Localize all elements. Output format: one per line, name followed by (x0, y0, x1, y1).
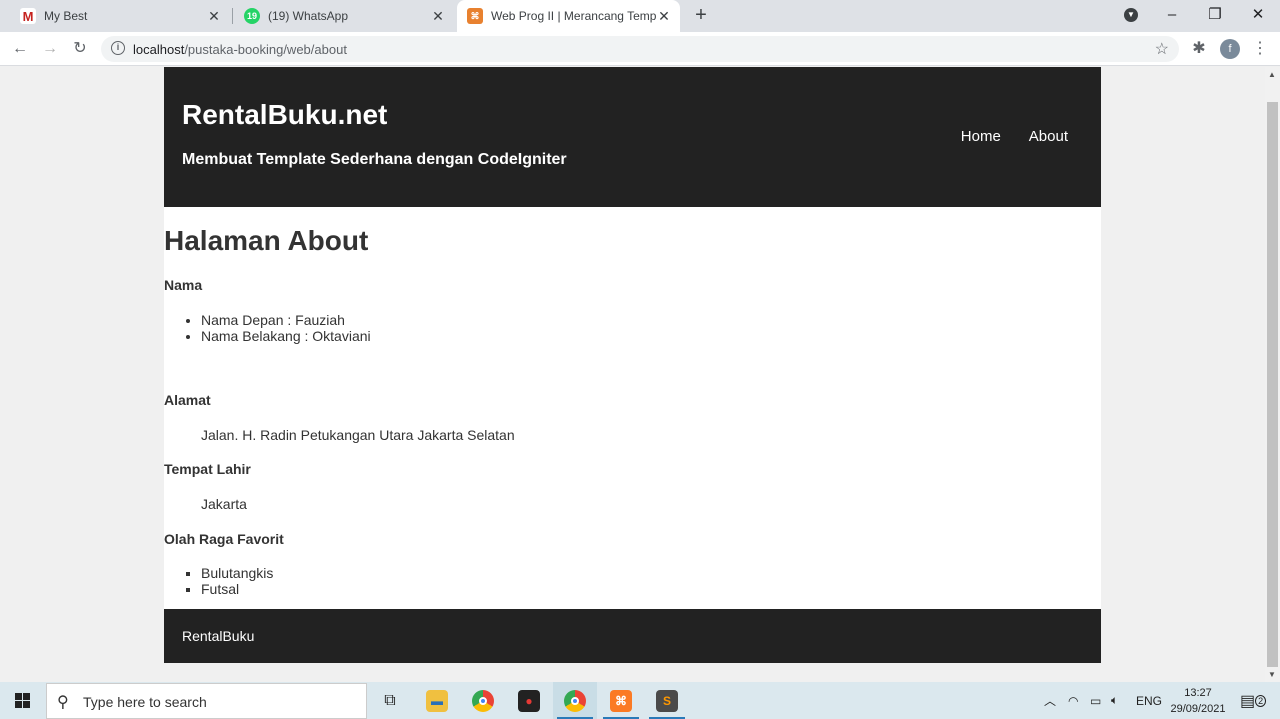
taskbar-clock[interactable]: 13:27 29/09/2021 (1168, 685, 1228, 717)
notification-count: 2 (1255, 694, 1267, 707)
tab-title: (19) WhatsApp (268, 9, 349, 23)
whatsapp-icon: 19 (244, 8, 260, 24)
windows-logo-icon (15, 693, 30, 708)
tab-title: My Best (44, 9, 88, 23)
url-text: localhost/pustaka-booking/web/about (133, 42, 347, 57)
menu-icon[interactable]: ⋮ (1248, 37, 1272, 61)
alamat-value: Jalan. H. Radin Petukangan Utara Jakarta… (201, 427, 515, 443)
gmail-icon: M (20, 8, 36, 24)
chrome-icon[interactable] (461, 682, 505, 719)
tab-strip: M My Best ✕ 19 (19) WhatsApp ✕ ⌘ Web Pro… (0, 0, 1280, 32)
list-item: Nama Depan : Fauziah (201, 312, 371, 328)
new-tab-button[interactable]: + (690, 4, 712, 26)
tab-web-prog[interactable]: ⌘ Web Prog II | Merancang Templa ✕ (457, 0, 680, 32)
bookmark-star-icon[interactable]: ☆ (1155, 39, 1169, 59)
tab-whatsapp[interactable]: 19 (19) WhatsApp ✕ (236, 0, 454, 32)
sublime-text-icon[interactable]: S (645, 682, 689, 719)
list-item: Bulutangkis (201, 565, 273, 581)
extensions-icon[interactable]: ✱ (1187, 37, 1211, 61)
clock-date: 29/09/2021 (1170, 703, 1226, 715)
close-window-icon[interactable]: ✕ (1236, 0, 1280, 32)
notification-center-icon[interactable]: ▤ 2 (1240, 682, 1267, 719)
minimize-icon[interactable]: – (1150, 0, 1194, 32)
footer-text: RentalBuku (182, 628, 255, 644)
nav-home-link[interactable]: Home (961, 128, 1001, 145)
file-explorer-icon[interactable]: ▬ (415, 682, 459, 719)
site-header: RentalBuku.net Membuat Template Sederhan… (164, 67, 1101, 207)
windows-start-button[interactable] (0, 682, 45, 719)
nama-label: Nama (164, 277, 203, 293)
olahraga-list: Bulutangkis Futsal (201, 565, 273, 597)
site-footer: RentalBuku (164, 609, 1101, 663)
search-icon: ⚲ (57, 694, 69, 711)
clock-time: 13:27 (1184, 687, 1212, 699)
site-nav: Home About (961, 128, 1068, 145)
browser-toolbar: ← → ↻ i localhost/pustaka-booking/web/ab… (0, 32, 1280, 66)
scroll-up-icon[interactable]: ▲ (1268, 70, 1276, 79)
nav-about-link[interactable]: About (1029, 128, 1068, 145)
tab-search-icon[interactable]: ▼ (1109, 0, 1153, 32)
scroll-down-icon[interactable]: ▼ (1268, 670, 1276, 679)
wifi-icon[interactable]: ◠ (1068, 682, 1078, 719)
about-content: Halaman About Nama Nama Depan : Fauziah … (164, 207, 1101, 609)
list-item: Futsal (201, 581, 273, 597)
tab-separator (232, 8, 233, 24)
page-scrollbar[interactable]: ▲ ▼ (1265, 67, 1280, 682)
site-title: RentalBuku.net (182, 99, 388, 130)
site-subtitle: Membuat Template Sederhana dengan CodeIg… (182, 151, 567, 168)
address-bar[interactable]: i localhost/pustaka-booking/web/about ☆ (101, 36, 1179, 62)
xampp-icon[interactable]: ⌘ (599, 682, 643, 719)
olahraga-label: Olah Raga Favorit (164, 531, 284, 547)
taskbar: ⚲ Type here to search ⧉ ▬ ● ⌘ S ︿ ◠ ▭ 🔈︎… (0, 682, 1280, 719)
tempat-lahir-value: Jakarta (201, 496, 247, 512)
codeigniter-icon: ⌘ (467, 8, 483, 24)
chrome-profile-icon[interactable] (553, 682, 597, 719)
close-tab-icon[interactable]: ✕ (206, 8, 222, 25)
nama-list: Nama Depan : Fauziah Nama Belakang : Okt… (201, 312, 371, 344)
taskbar-search-box[interactable]: ⚲ Type here to search (46, 683, 367, 719)
tempat-lahir-label: Tempat Lahir (164, 461, 251, 477)
language-indicator[interactable]: ENG (1136, 682, 1162, 719)
tab-title: Web Prog II | Merancang Templa (491, 9, 656, 23)
back-icon[interactable]: ← (8, 37, 32, 61)
show-hidden-icons[interactable]: ︿ (1044, 682, 1056, 719)
task-view-icon[interactable]: ⧉ (368, 682, 412, 719)
tab-my-best[interactable]: M My Best ✕ (12, 0, 230, 32)
forward-icon[interactable]: → (38, 37, 62, 61)
alamat-label: Alamat (164, 392, 211, 408)
list-item: Nama Belakang : Oktaviani (201, 328, 371, 344)
scroll-thumb[interactable] (1267, 102, 1278, 667)
restore-icon[interactable]: ❐ (1193, 0, 1237, 32)
site-container: RentalBuku.net Membuat Template Sederhan… (164, 67, 1101, 663)
page-heading: Halaman About (164, 225, 369, 256)
volume-icon[interactable]: 🔈︎ (1111, 682, 1118, 719)
profile-avatar[interactable]: f (1220, 39, 1240, 59)
reload-icon[interactable]: ↻ (68, 37, 92, 61)
close-tab-icon[interactable]: ✕ (656, 8, 672, 25)
search-placeholder: Type here to search (83, 694, 207, 710)
close-tab-icon[interactable]: ✕ (430, 8, 446, 25)
site-info-icon[interactable]: i (111, 41, 125, 55)
battery-icon[interactable]: ▭ (1090, 682, 1101, 719)
page-viewport: RentalBuku.net Membuat Template Sederhan… (0, 67, 1265, 682)
screen-recorder-icon[interactable]: ● (507, 682, 551, 719)
